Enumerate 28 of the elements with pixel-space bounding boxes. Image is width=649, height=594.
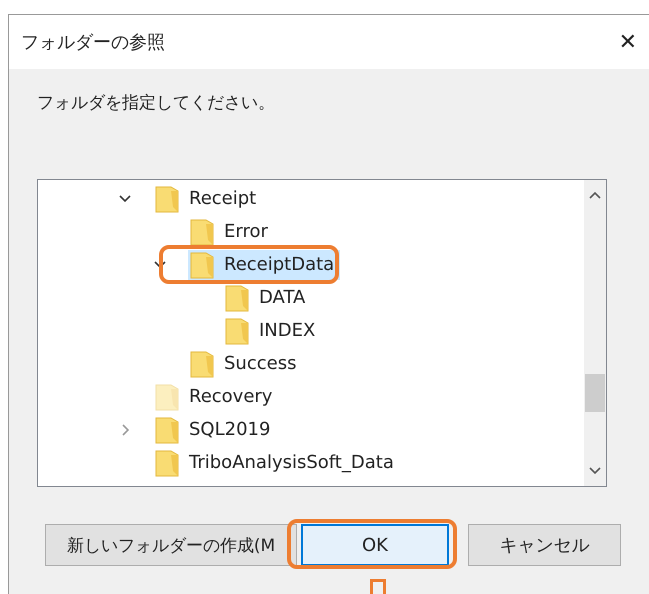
scroll-thumb[interactable] — [585, 374, 605, 412]
folder-item[interactable]: SQL2019 — [153, 414, 276, 444]
folder-icon — [225, 284, 249, 312]
folder-item[interactable]: Recovery — [153, 382, 278, 412]
close-button[interactable]: ✕ — [610, 30, 645, 54]
folder-icon — [155, 184, 179, 212]
folder-item[interactable]: DATA — [223, 282, 312, 312]
dialog-button[interactable]: OK — [301, 524, 449, 566]
folder-icon — [155, 416, 179, 444]
folder-icon — [155, 448, 179, 476]
folder-icon — [190, 250, 214, 278]
scrollbar[interactable] — [584, 180, 606, 486]
folder-icon — [190, 350, 214, 378]
scroll-up-icon[interactable] — [588, 190, 602, 200]
folder-item[interactable]: Receipt — [153, 184, 262, 214]
dialog-button[interactable]: 新しいフォルダーの作成(M — [45, 524, 297, 566]
scroll-down-icon[interactable] — [588, 466, 602, 476]
folder-icon — [190, 218, 214, 246]
folder-item[interactable]: Success — [188, 348, 302, 378]
callout-marker — [370, 579, 386, 594]
folder-item[interactable]: Error — [188, 216, 274, 246]
folder-icon — [225, 316, 249, 344]
window-title: フォルダーの参照 — [21, 31, 165, 54]
instruction-text: フォルダを指定してください。 — [37, 92, 276, 114]
folder-item[interactable]: INDEX — [223, 316, 322, 346]
folder-item[interactable]: ReceiptData — [188, 250, 340, 280]
folder-item[interactable]: TriboAnalysisSoft_Data — [153, 448, 400, 478]
dialog-button[interactable]: キャンセル — [468, 524, 621, 566]
